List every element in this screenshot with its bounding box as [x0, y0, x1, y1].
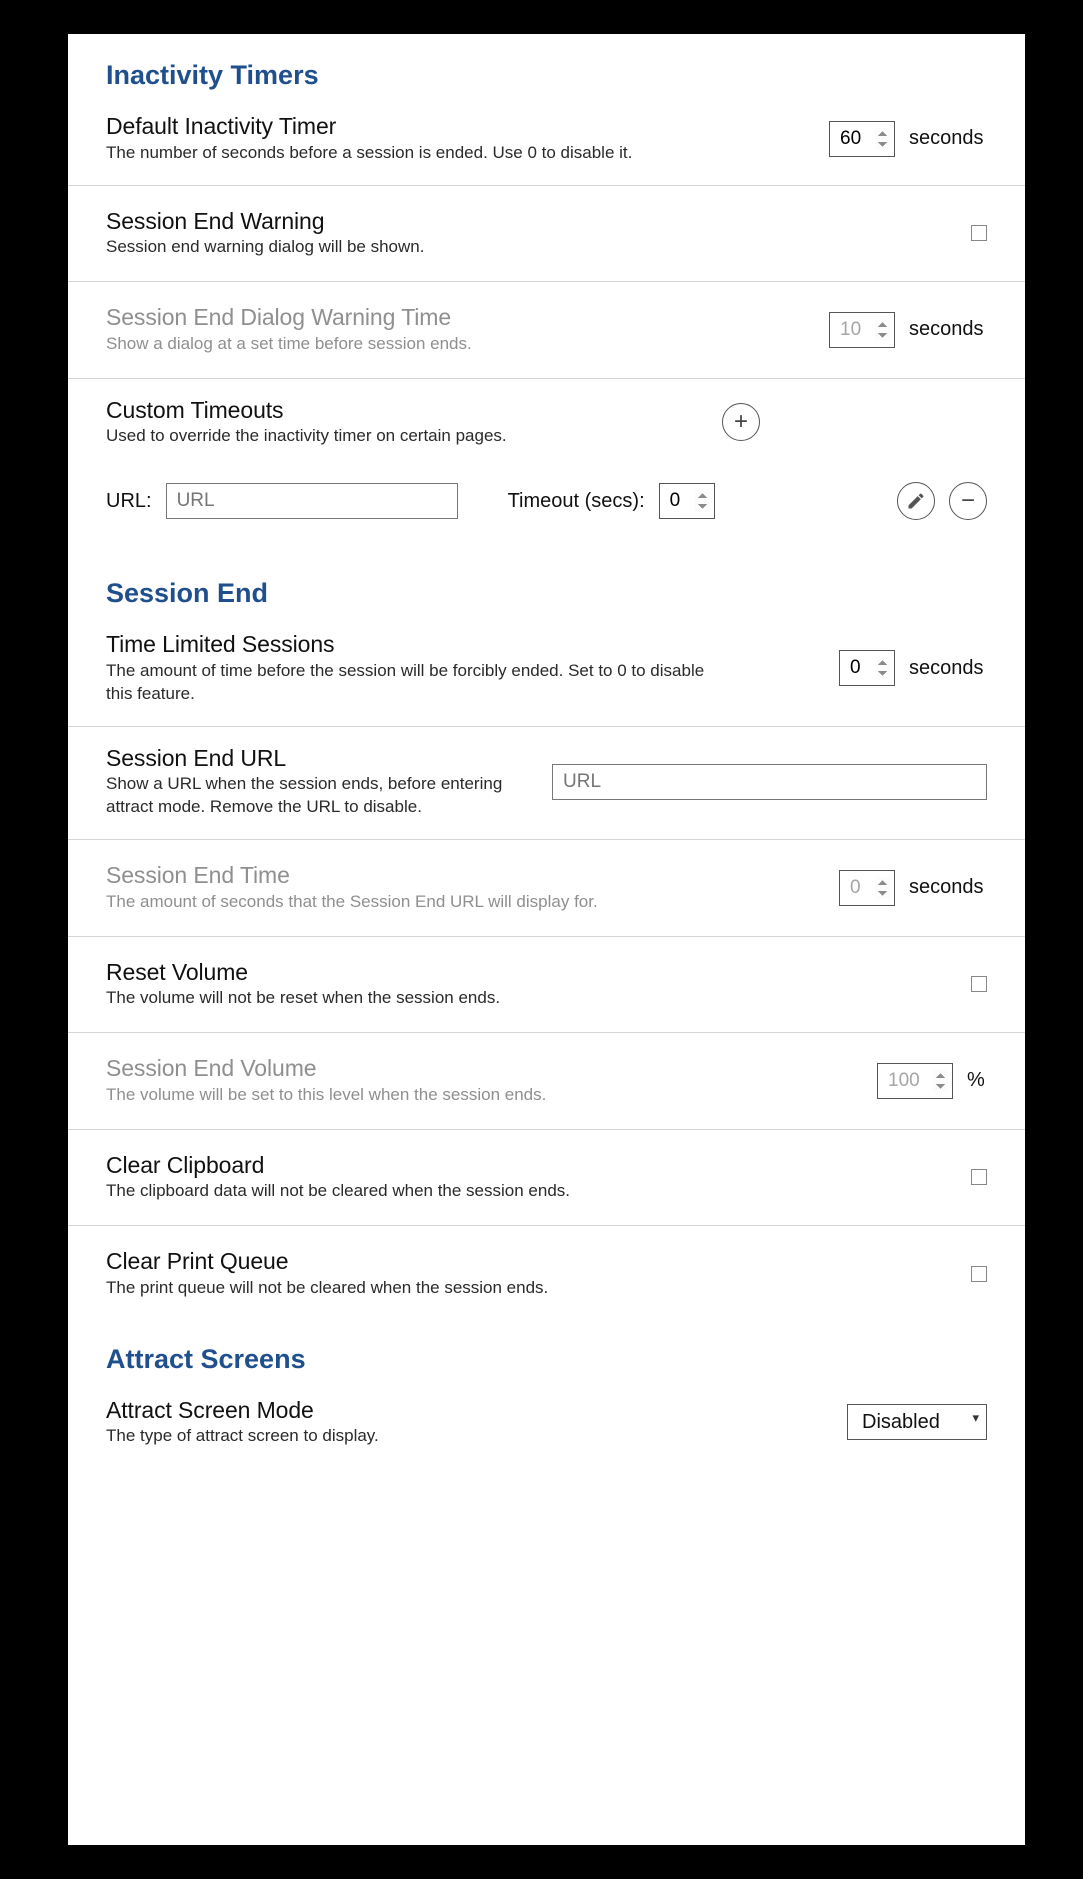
- section-title-session-end: Session End: [68, 556, 1025, 613]
- label-clear-clipboard: Clear Clipboard: [106, 1152, 746, 1180]
- unit-seconds: seconds: [909, 876, 987, 899]
- label-session-end-url: Session End URL: [106, 745, 536, 773]
- plus-icon: +: [734, 410, 748, 434]
- desc-time-limited-sessions: The amount of time before the session wi…: [106, 660, 706, 706]
- checkbox-clear-clipboard[interactable]: [971, 1169, 987, 1185]
- input-time-limited-sessions[interactable]: [839, 650, 895, 686]
- row-custom-timeouts: Custom Timeouts Used to override the ina…: [68, 379, 1025, 455]
- row-default-inactivity-timer: Default Inactivity Timer The number of s…: [68, 95, 1025, 186]
- desc-attract-screen-mode: The type of attract screen to display.: [106, 1425, 706, 1448]
- label-time-limited-sessions: Time Limited Sessions: [106, 631, 706, 659]
- input-session-end-time: [839, 870, 895, 906]
- row-session-end-volume: Session End Volume The volume will be se…: [68, 1033, 1025, 1130]
- label-session-end-warning: Session End Warning: [106, 208, 706, 236]
- input-custom-timeout[interactable]: [659, 483, 715, 519]
- checkbox-session-end-warning[interactable]: [971, 225, 987, 241]
- select-attract-screen-mode[interactable]: Disabled: [847, 1404, 987, 1440]
- unit-seconds: seconds: [909, 657, 987, 680]
- input-custom-url[interactable]: [166, 483, 458, 519]
- desc-custom-timeouts: Used to override the inactivity timer on…: [106, 425, 706, 448]
- edit-custom-timeout-button[interactable]: [897, 482, 935, 520]
- label-reset-volume: Reset Volume: [106, 959, 706, 987]
- label-session-end-volume: Session End Volume: [106, 1055, 746, 1083]
- unit-seconds: seconds: [909, 127, 987, 150]
- section-title-inactivity: Inactivity Timers: [68, 60, 1025, 95]
- desc-reset-volume: The volume will not be reset when the se…: [106, 987, 706, 1010]
- label-session-end-time: Session End Time: [106, 862, 746, 890]
- row-dialog-warning-time: Session End Dialog Warning Time Show a d…: [68, 282, 1025, 379]
- row-reset-volume: Reset Volume The volume will not be rese…: [68, 937, 1025, 1034]
- select-value: Disabled: [862, 1411, 940, 1434]
- row-session-end-url: Session End URL Show a URL when the sess…: [68, 727, 1025, 840]
- custom-timeout-entry: URL: Timeout (secs): −: [68, 454, 1025, 556]
- desc-session-end-warning: Session end warning dialog will be shown…: [106, 236, 706, 259]
- label-dialog-warning-time: Session End Dialog Warning Time: [106, 304, 706, 332]
- label-timeout-secs: Timeout (secs):: [508, 490, 645, 513]
- row-session-end-time: Session End Time The amount of seconds t…: [68, 840, 1025, 937]
- label-attract-screen-mode: Attract Screen Mode: [106, 1397, 706, 1425]
- pencil-icon: [906, 491, 926, 511]
- unit-seconds: seconds: [909, 318, 987, 341]
- section-title-attract-screens: Attract Screens: [68, 1322, 1025, 1379]
- desc-default-inactivity-timer: The number of seconds before a session i…: [106, 142, 706, 165]
- remove-custom-timeout-button[interactable]: −: [949, 482, 987, 520]
- add-custom-timeout-button[interactable]: +: [722, 403, 760, 441]
- desc-session-end-url: Show a URL when the session ends, before…: [106, 773, 536, 819]
- desc-session-end-time: The amount of seconds that the Session E…: [106, 891, 746, 914]
- checkbox-clear-print-queue[interactable]: [971, 1266, 987, 1282]
- desc-clear-clipboard: The clipboard data will not be cleared w…: [106, 1180, 746, 1203]
- label-url: URL:: [106, 490, 152, 513]
- minus-icon: −: [961, 489, 975, 513]
- row-time-limited-sessions: Time Limited Sessions The amount of time…: [68, 613, 1025, 726]
- input-dialog-warning-time: [829, 312, 895, 348]
- input-default-inactivity-timer[interactable]: [829, 121, 895, 157]
- label-custom-timeouts: Custom Timeouts: [106, 397, 706, 425]
- desc-dialog-warning-time: Show a dialog at a set time before sessi…: [106, 333, 706, 356]
- row-clear-clipboard: Clear Clipboard The clipboard data will …: [68, 1130, 1025, 1227]
- row-attract-screen-mode: Attract Screen Mode The type of attract …: [68, 1379, 1025, 1457]
- input-session-end-volume: [877, 1063, 953, 1099]
- desc-session-end-volume: The volume will be set to this level whe…: [106, 1084, 746, 1107]
- settings-panel: Inactivity Timers Default Inactivity Tim…: [68, 34, 1025, 1845]
- label-default-inactivity-timer: Default Inactivity Timer: [106, 113, 706, 141]
- desc-clear-print-queue: The print queue will not be cleared when…: [106, 1277, 746, 1300]
- input-session-end-url[interactable]: [552, 764, 987, 800]
- unit-percent: %: [967, 1069, 987, 1092]
- row-clear-print-queue: Clear Print Queue The print queue will n…: [68, 1226, 1025, 1322]
- row-session-end-warning: Session End Warning Session end warning …: [68, 186, 1025, 283]
- checkbox-reset-volume[interactable]: [971, 976, 987, 992]
- label-clear-print-queue: Clear Print Queue: [106, 1248, 746, 1276]
